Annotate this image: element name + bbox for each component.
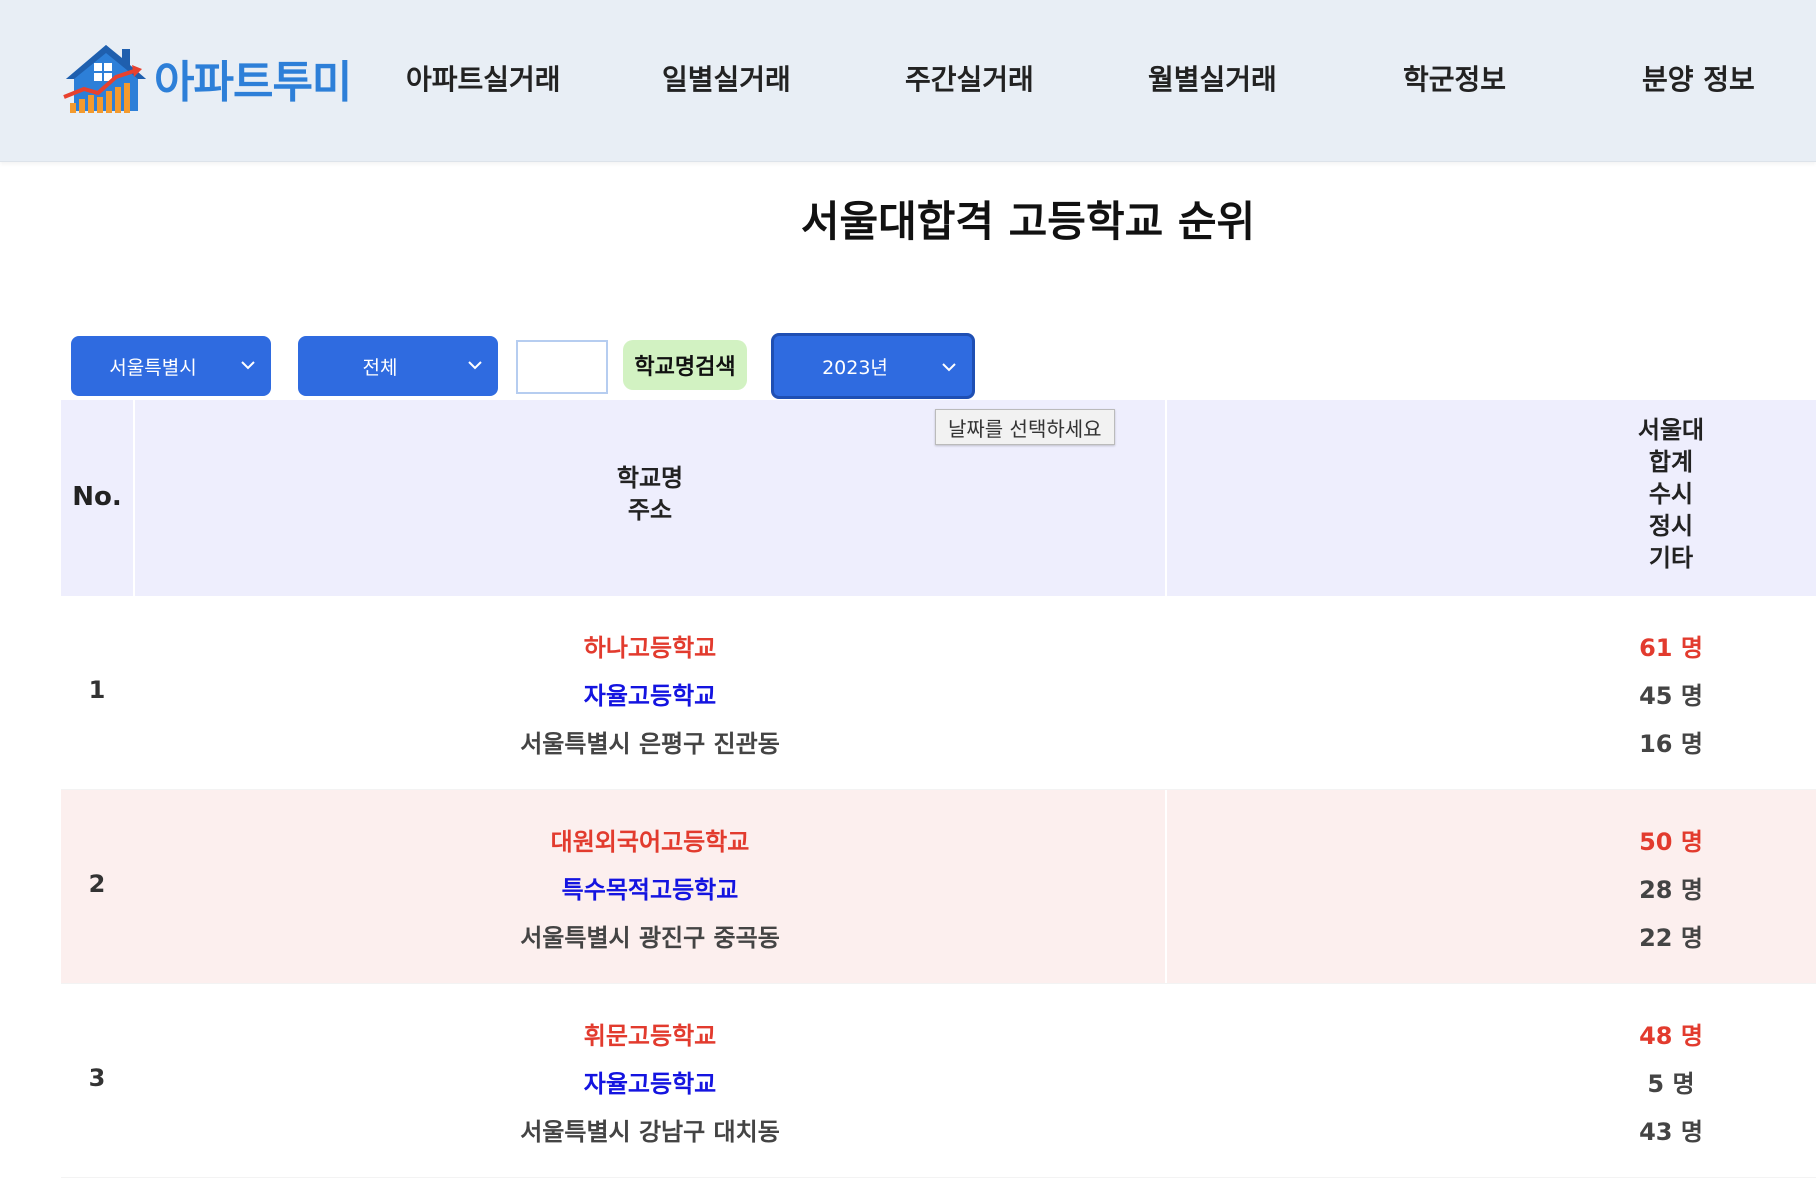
stat-total: 48 명 xyxy=(1639,1022,1703,1050)
region-select[interactable]: 서울특별시 xyxy=(71,336,271,396)
year-select[interactable]: 2023년 xyxy=(771,333,975,399)
school-address: 서울특별시 광진구 중곡동 xyxy=(520,924,780,952)
stat-early: 45 명 xyxy=(1639,682,1703,710)
school-type: 특수목적고등학교 xyxy=(561,876,739,904)
year-select-value: 2023년 xyxy=(822,356,888,379)
school-name-input[interactable] xyxy=(516,340,608,394)
header-snu: 서울대 xyxy=(1637,416,1705,444)
school-ranking-table: No. 학교명 주소 서울대 합계 수시 정시 기타 1 하나고등학교 자율고등… xyxy=(61,400,1816,1178)
school-address: 서울특별시 강남구 대치동 xyxy=(520,1118,780,1146)
column-divider xyxy=(1165,984,1167,1177)
nav-school-district[interactable]: 학군정보 xyxy=(1403,58,1506,98)
stats-cell: 48 명 5 명 43 명 xyxy=(1541,1012,1801,1156)
house-chart-icon xyxy=(63,45,146,113)
chevron-down-icon xyxy=(468,361,482,370)
school-cell: 하나고등학교 자율고등학교 서울특별시 은평구 진관동 xyxy=(135,624,1165,768)
stat-total: 50 명 xyxy=(1639,828,1703,856)
school-cell: 휘문고등학교 자율고등학교 서울특별시 강남구 대치동 xyxy=(135,1012,1165,1156)
nav-presale-info[interactable]: 분양 정보 xyxy=(1642,58,1755,98)
stat-regular: 16 명 xyxy=(1639,730,1703,758)
row-rank: 1 xyxy=(88,676,106,704)
stat-regular: 22 명 xyxy=(1639,924,1703,952)
stats-cell: 61 명 45 명 16 명 xyxy=(1541,624,1801,768)
year-select-tooltip: 날짜를 선택하세요 xyxy=(935,409,1115,445)
header-total: 합계 xyxy=(1648,448,1694,476)
chevron-down-icon xyxy=(942,363,956,372)
stat-total: 61 명 xyxy=(1639,634,1703,662)
header-school-name: 학교명 xyxy=(616,464,684,492)
school-cell: 대원외국어고등학교 특수목적고등학교 서울특별시 광진구 중곡동 xyxy=(135,818,1165,962)
row-rank: 3 xyxy=(88,1064,106,1092)
stat-regular: 43 명 xyxy=(1639,1118,1703,1146)
stat-early: 5 명 xyxy=(1647,1070,1695,1098)
column-divider xyxy=(1165,790,1167,983)
header-school: 학교명 주소 xyxy=(135,462,1165,526)
table-row[interactable]: 3 휘문고등학교 자율고등학교 서울특별시 강남구 대치동 48 명 5 명 4… xyxy=(61,984,1816,1178)
header-regular: 정시 xyxy=(1648,512,1694,540)
column-divider xyxy=(1165,596,1167,789)
school-address: 서울특별시 은평구 진관동 xyxy=(520,730,780,758)
top-header: 아파트투미 아파트실거래 일별실거래 주간실거래 월별실거래 학군정보 분양 정… xyxy=(0,0,1816,162)
table-row[interactable]: 2 대원외국어고등학교 특수목적고등학교 서울특별시 광진구 중곡동 50 명 … xyxy=(61,790,1816,984)
column-divider xyxy=(1165,400,1167,596)
nav-daily-trade[interactable]: 일별실거래 xyxy=(662,58,791,98)
region-select-value: 서울특별시 xyxy=(109,356,197,379)
stats-cell: 50 명 28 명 22 명 xyxy=(1541,818,1801,962)
district-select[interactable]: 전체 xyxy=(298,336,498,396)
school-name[interactable]: 하나고등학교 xyxy=(135,624,1165,672)
brand-name: 아파트투미 xyxy=(154,57,352,108)
chevron-down-icon xyxy=(241,361,255,370)
nav-weekly-trade[interactable]: 주간실거래 xyxy=(905,58,1034,98)
nav-monthly-trade[interactable]: 월별실거래 xyxy=(1148,58,1277,98)
header-address: 주소 xyxy=(627,496,673,524)
table-row[interactable]: 1 하나고등학교 자율고등학교 서울특별시 은평구 진관동 61 명 45 명 … xyxy=(61,596,1816,790)
header-other: 기타 xyxy=(1648,544,1694,572)
row-rank: 2 xyxy=(88,870,106,898)
header-no: No. xyxy=(72,482,122,512)
nav-apt-trade[interactable]: 아파트실거래 xyxy=(406,58,561,98)
school-type: 자율고등학교 xyxy=(583,682,717,710)
school-name[interactable]: 대원외국어고등학교 xyxy=(135,818,1165,866)
school-type: 자율고등학교 xyxy=(583,1070,717,1098)
district-select-value: 전체 xyxy=(362,356,398,379)
brand-logo[interactable]: 아파트투미 xyxy=(60,38,352,118)
header-early: 수시 xyxy=(1648,480,1694,508)
page-title: 서울대합격 고등학교 순위 xyxy=(800,197,1256,246)
school-name[interactable]: 휘문고등학교 xyxy=(135,1012,1165,1060)
stat-early: 28 명 xyxy=(1639,876,1703,904)
school-search-button[interactable]: 학교명검색 xyxy=(623,340,747,390)
header-stats: 서울대 합계 수시 정시 기타 xyxy=(1541,414,1801,574)
